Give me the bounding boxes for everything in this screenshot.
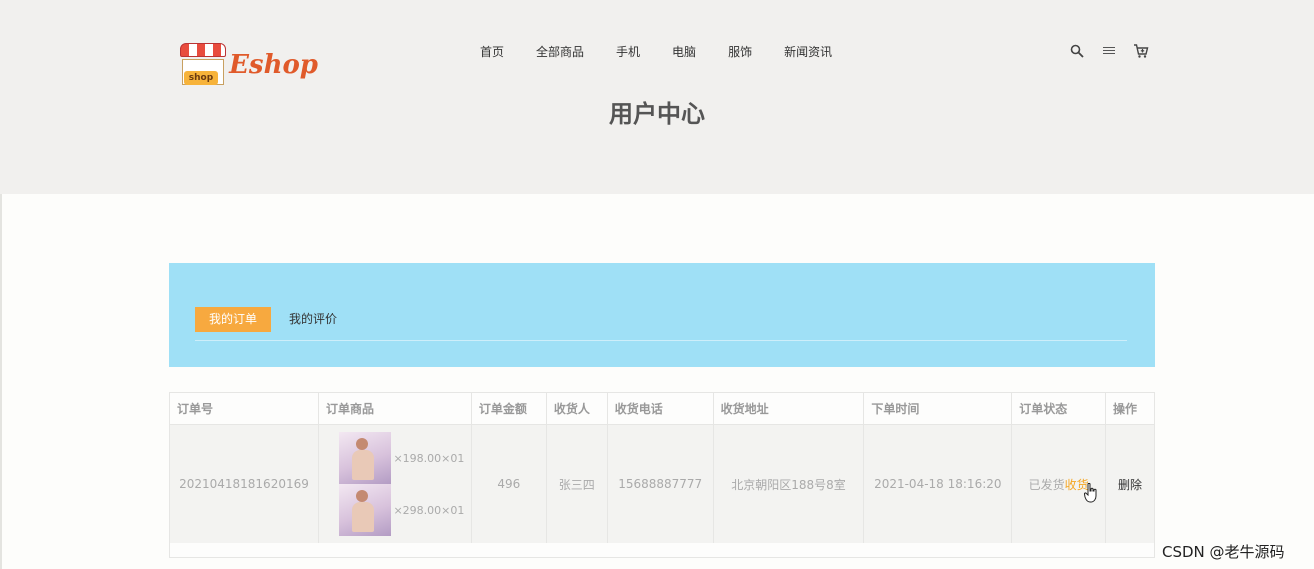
search-icon[interactable] <box>1068 42 1086 60</box>
product-price-qty: ×198.00×01 <box>393 451 465 465</box>
nav-item-news[interactable]: 新闻资讯 <box>774 42 842 62</box>
nav-item-home[interactable]: 首页 <box>470 42 514 62</box>
col-header-order-no: 订单号 <box>169 392 319 425</box>
logo-text: Eshop <box>229 50 318 80</box>
table-row: 20210418181620169 ×198.00×01 ×298.00×01 … <box>169 424 1155 544</box>
product-item[interactable]: ×198.00×01 <box>339 432 464 484</box>
nav-item-computers[interactable]: 电脑 <box>662 42 706 62</box>
col-header-receiver: 收货人 <box>545 392 608 425</box>
product-thumbnail[interactable] <box>339 484 392 536</box>
logo-tag: shop <box>184 71 218 85</box>
order-no-cell: 20210418181620169 <box>169 424 319 544</box>
col-header-products: 订单商品 <box>317 392 472 425</box>
phone-cell: 15688887777 <box>606 424 714 544</box>
watermark: CSDN @老牛源码 <box>1162 543 1285 561</box>
operation-cell: 删除 <box>1105 424 1155 544</box>
col-header-amount: 订单金额 <box>470 392 547 425</box>
orders-table: 订单号 订单商品 订单金额 收货人 收货电话 收货地址 下单时间 订单状态 操作… <box>169 392 1155 544</box>
main-nav: 首页 全部商品 手机 电脑 服饰 新闻资讯 <box>470 42 854 62</box>
shop-logo-icon: shop <box>178 41 226 89</box>
tab-my-reviews[interactable]: 我的评价 <box>275 307 351 332</box>
col-header-time: 下单时间 <box>863 392 1013 425</box>
tab-my-orders[interactable]: 我的订单 <box>195 307 272 332</box>
left-edge-divider <box>0 194 2 569</box>
col-header-status: 订单状态 <box>1011 392 1107 425</box>
user-center-tabs-panel: 我的订单 我的评价 <box>169 263 1155 367</box>
col-header-operation: 操作 <box>1105 392 1155 425</box>
address-cell: 北京朝阳区188号8室 <box>712 424 865 544</box>
nav-item-clothing[interactable]: 服饰 <box>718 42 762 62</box>
status-cell: 已发货收货 <box>1011 424 1107 544</box>
site-header: shop Eshop 首页 全部商品 手机 电脑 服饰 新闻资讯 用户中心 <box>0 0 1314 194</box>
table-footer <box>169 543 1155 558</box>
nav-item-phones[interactable]: 手机 <box>606 42 650 62</box>
col-header-phone: 收货电话 <box>606 392 714 425</box>
product-price-qty: ×298.00×01 <box>393 503 465 517</box>
amount-cell: 496 <box>470 424 547 544</box>
products-cell: ×198.00×01 ×298.00×01 <box>317 424 472 544</box>
delete-order-link[interactable]: 删除 <box>1118 478 1142 492</box>
time-cell: 2021-04-18 18:16:20 <box>863 424 1013 544</box>
table-header-row: 订单号 订单商品 订单金额 收货人 收货电话 收货地址 下单时间 订单状态 操作 <box>169 392 1155 425</box>
product-thumbnail[interactable] <box>339 432 392 484</box>
receiver-cell: 张三四 <box>545 424 608 544</box>
menu-icon[interactable] <box>1100 42 1118 60</box>
tab-divider <box>195 340 1127 341</box>
site-logo[interactable]: shop Eshop <box>178 40 318 90</box>
hand-cursor-icon <box>1084 483 1097 503</box>
header-icons <box>1068 42 1150 60</box>
nav-item-all-products[interactable]: 全部商品 <box>526 42 594 62</box>
status-text: 已发货 <box>1028 477 1065 492</box>
page-title: 用户中心 <box>609 100 705 128</box>
product-item[interactable]: ×298.00×01 <box>339 484 464 536</box>
cart-icon[interactable] <box>1132 42 1150 60</box>
col-header-address: 收货地址 <box>712 392 865 425</box>
